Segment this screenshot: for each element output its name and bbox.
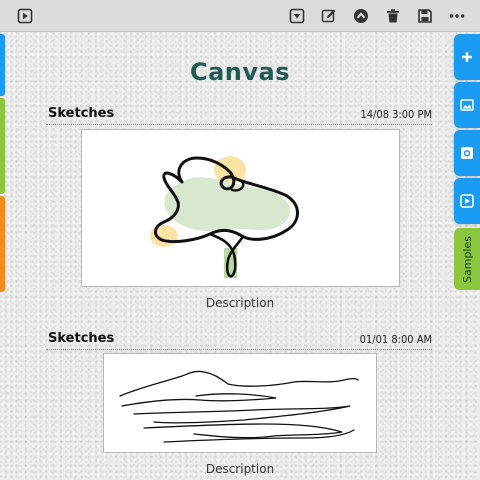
card-date: 01/01 8:00 AM — [359, 333, 432, 346]
flower-sketch-image — [150, 156, 299, 278]
image-icon — [460, 99, 474, 111]
page-title: Canvas — [189, 58, 291, 86]
save-icon[interactable] — [414, 5, 436, 27]
camera-icon — [461, 147, 473, 159]
card-title: Sketches — [48, 331, 115, 346]
edit-icon[interactable] — [318, 5, 340, 27]
card-description: Description — [205, 296, 275, 310]
more-icon[interactable] — [446, 5, 468, 27]
card-divider — [46, 349, 432, 350]
camera-tab[interactable] — [454, 130, 480, 176]
samples-tab[interactable]: Samples — [454, 228, 480, 290]
landscape-sketch-image — [119, 370, 359, 443]
sketch-thumbnail[interactable] — [103, 353, 377, 453]
samples-tab-label: Samples — [460, 235, 474, 283]
card-divider — [46, 124, 432, 125]
image-tab[interactable] — [454, 82, 480, 128]
sketch-thumbnail[interactable] — [81, 129, 400, 287]
video-tab[interactable] — [454, 178, 480, 224]
top-toolbar — [0, 0, 480, 32]
left-tab-orange[interactable] — [0, 196, 5, 292]
play-square-icon[interactable] — [14, 5, 36, 27]
trash-icon[interactable] — [382, 5, 404, 27]
dropdown-square-icon[interactable] — [286, 5, 308, 27]
card-title: Sketches — [48, 106, 115, 121]
video-icon — [460, 194, 474, 208]
left-tab-green[interactable] — [0, 98, 5, 194]
upload-circle-icon[interactable] — [350, 5, 372, 27]
card-date: 14/08 3:00 PM — [360, 108, 432, 121]
card-description: Description — [205, 462, 275, 476]
